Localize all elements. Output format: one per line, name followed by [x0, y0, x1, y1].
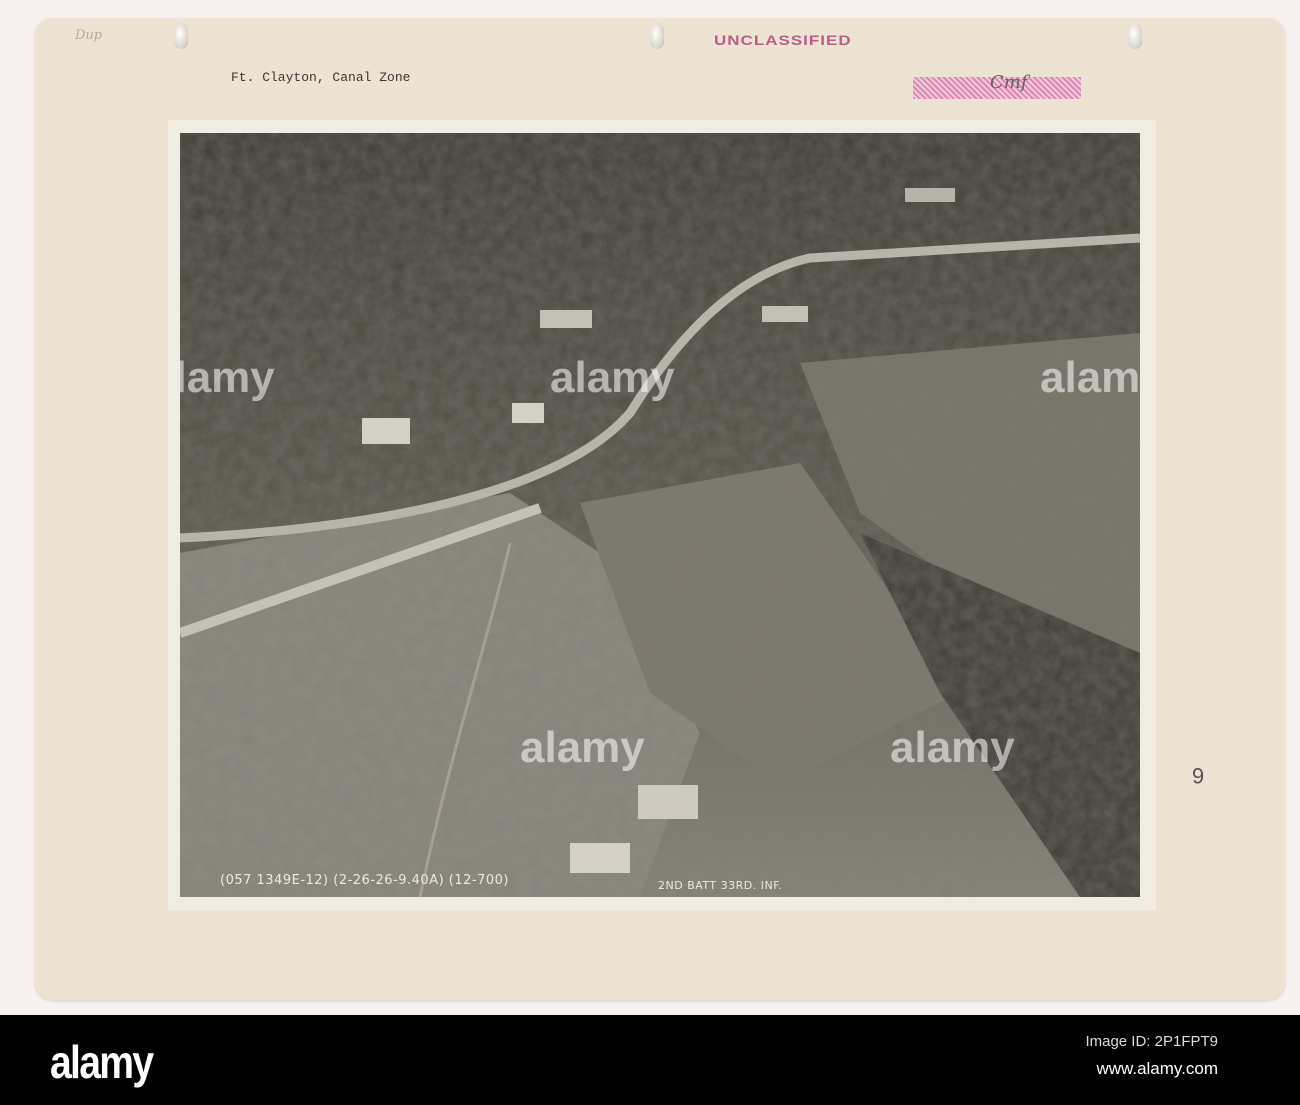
footer-bar: alamy Image ID: 2P1FPT9 www.alamy.com	[0, 1015, 1300, 1105]
watermark: alamy	[1040, 353, 1140, 402]
unit-label: 2ND BATT 33RD. INF.	[658, 879, 783, 892]
punch-hole	[1128, 23, 1142, 49]
photo-caption: Ft. Clayton, Canal Zone	[231, 70, 411, 85]
aerial-photo: alamy alamy alamy alamy alamy (057 1349E…	[180, 133, 1140, 897]
handwritten-initials: Cmf	[990, 72, 1028, 93]
watermark: alamy	[890, 723, 1015, 772]
page-number: 6	[1192, 763, 1205, 788]
alamy-logo: alamy	[50, 1036, 154, 1088]
negative-label: (057 1349E-12) (2-26-26-9.40A) (12-700)	[220, 873, 509, 888]
punch-hole	[650, 23, 664, 49]
punch-hole	[174, 23, 188, 49]
aerial-scene	[180, 133, 1140, 897]
site-url: www.alamy.com	[1096, 1059, 1218, 1078]
corner-note: Dup	[75, 28, 103, 43]
watermark: alamy	[180, 353, 275, 402]
image-id: Image ID: 2P1FPT9	[1085, 1033, 1218, 1050]
classification-stamp: UNCLASSIFIED	[714, 33, 852, 49]
watermark: alamy	[550, 353, 675, 402]
watermark: alamy	[520, 723, 645, 772]
